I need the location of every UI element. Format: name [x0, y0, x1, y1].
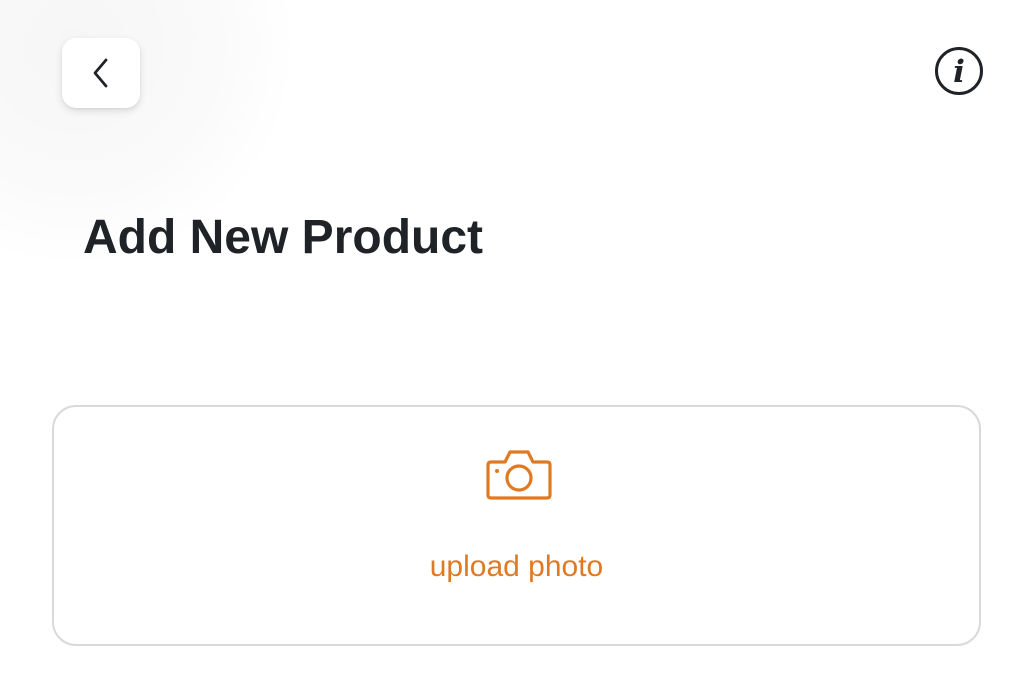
back-button[interactable]: [62, 38, 140, 108]
upload-photo-label: upload photo: [429, 550, 604, 583]
info-icon: i: [935, 47, 983, 95]
camera-icon: [486, 450, 552, 500]
svg-text:i: i: [953, 54, 965, 90]
page-title: Add New Product: [83, 211, 484, 264]
chevron-left-icon: [93, 58, 108, 88]
info-button[interactable]: i: [934, 46, 984, 96]
upload-photo-card[interactable]: upload photo: [52, 405, 981, 646]
add-product-screen: i Add New Product upload photo: [0, 0, 1024, 688]
